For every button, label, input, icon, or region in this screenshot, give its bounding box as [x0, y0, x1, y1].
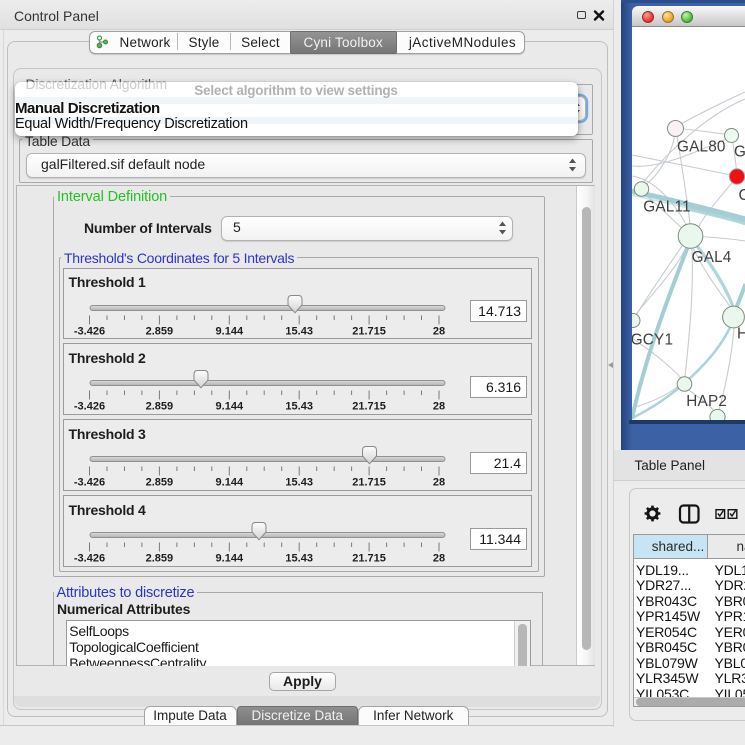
svg-text:-3.426: -3.426 — [74, 401, 105, 413]
svg-text:15.43: 15.43 — [285, 553, 313, 565]
svg-text:-3.426: -3.426 — [74, 553, 105, 565]
svg-text:2.859: 2.859 — [146, 325, 174, 337]
svg-text:9.144: 9.144 — [216, 401, 244, 413]
svg-text:9.144: 9.144 — [216, 477, 244, 489]
svg-text:28: 28 — [433, 401, 445, 413]
svg-text:28: 28 — [433, 553, 445, 565]
svg-text:-3.426: -3.426 — [74, 477, 105, 489]
svg-text:21.715: 21.715 — [352, 325, 386, 337]
svg-text:GA: GA — [734, 144, 745, 161]
svg-text:28: 28 — [433, 477, 445, 489]
svg-text:15.43: 15.43 — [285, 325, 313, 337]
svg-text:28: 28 — [433, 325, 445, 337]
svg-text:21.715: 21.715 — [352, 553, 386, 565]
svg-text:15.43: 15.43 — [285, 401, 313, 413]
svg-text:9.144: 9.144 — [216, 553, 244, 565]
svg-text:HAP2: HAP2 — [686, 393, 727, 410]
svg-text:2.859: 2.859 — [146, 477, 174, 489]
svg-text:GAL80: GAL80 — [677, 139, 726, 156]
svg-text:HI: HI — [737, 326, 745, 343]
svg-text:15.43: 15.43 — [285, 477, 313, 489]
svg-text:9.144: 9.144 — [216, 325, 244, 337]
svg-text:21.715: 21.715 — [352, 477, 386, 489]
svg-text:-3.426: -3.426 — [74, 325, 105, 337]
svg-text:2.859: 2.859 — [146, 553, 174, 565]
svg-text:21.715: 21.715 — [352, 401, 386, 413]
svg-text:GAL4: GAL4 — [691, 249, 731, 266]
svg-text:2.859: 2.859 — [146, 401, 174, 413]
svg-text:GCY1: GCY1 — [632, 332, 673, 349]
svg-text:CD: CD — [738, 187, 745, 204]
svg-text:GAL11: GAL11 — [643, 199, 691, 216]
